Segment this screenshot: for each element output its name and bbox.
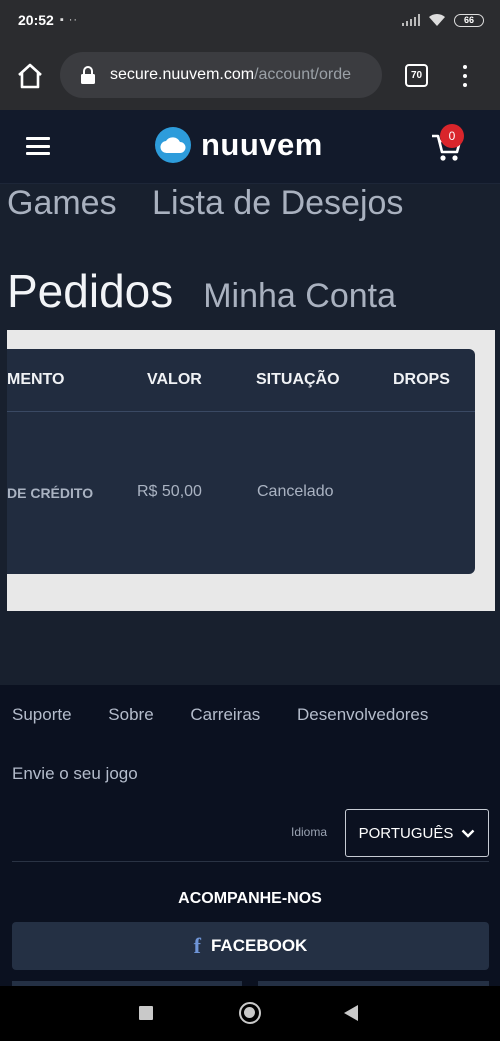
battery-icon: 66 <box>454 13 484 27</box>
site-header: nuuvem <box>0 110 500 184</box>
home-icon[interactable] <box>16 62 44 90</box>
orders-table: MENTO VALOR SITUAÇÃO DROPS DE CRÉDITO R$… <box>7 349 475 574</box>
brand-name: nuuvem <box>201 127 323 162</box>
notification-icons: ▪ ·· <box>59 14 79 26</box>
footer-link-careers[interactable]: Carreiras <box>190 705 260 724</box>
orders-table-container: MENTO VALOR SITUAÇÃO DROPS DE CRÉDITO R$… <box>7 330 495 611</box>
recents-icon[interactable] <box>139 1006 153 1020</box>
facebook-icon: f <box>193 933 201 958</box>
table-header: MENTO VALOR SITUAÇÃO DROPS <box>7 349 475 412</box>
facebook-label: FACEBOOK <box>210 936 308 955</box>
url-host: secure.nuuvem.com <box>110 66 255 83</box>
status-bar: 20:52 ▪ ·· 66 <box>0 0 500 40</box>
language-value: PORTUGUÊS <box>358 824 454 842</box>
status-time: 20:52 <box>18 12 54 28</box>
lock-icon <box>81 66 95 84</box>
system-nav-bar <box>0 986 500 1041</box>
footer-link-submit-game[interactable]: Envie o seu jogo <box>12 764 138 784</box>
site-footer: Suporte Sobre Carreiras Desenvolvedores … <box>0 685 500 991</box>
cart-count-badge: 0 <box>440 124 464 148</box>
url-path: /account/orde <box>254 66 352 83</box>
col-status: SITUAÇÃO <box>256 371 340 388</box>
col-drops: DROPS <box>393 371 450 388</box>
facebook-button[interactable]: f FACEBOOK <box>12 922 489 970</box>
col-value: VALOR <box>147 371 202 388</box>
language-select[interactable]: PORTUGUÊS <box>345 809 489 857</box>
footer-link-about[interactable]: Sobre <box>108 705 153 724</box>
cell-value: R$ 50,00 <box>137 483 202 500</box>
nav-wishlist[interactable]: Lista de Desejos <box>152 184 403 222</box>
nuuvem-logo[interactable]: nuuvem <box>155 127 323 163</box>
nav-orders[interactable]: Pedidos <box>7 264 173 318</box>
account-nav-top: Games Lista de Desejos <box>7 184 429 223</box>
account-nav-bottom: Pedidos Minha Conta <box>7 264 396 318</box>
nav-account[interactable]: Minha Conta <box>203 277 396 316</box>
menu-kebab-icon[interactable] <box>462 65 468 87</box>
follow-us-title: ACOMPANHE-NOS <box>178 890 322 907</box>
browser-toolbar: secure.nuuvem.com/account/orde 70 <box>0 40 500 110</box>
cell-payment: DE CRÉDITO <box>7 485 94 501</box>
footer-link-developers[interactable]: Desenvolvedores <box>297 705 428 724</box>
footer-link-support[interactable]: Suporte <box>12 705 72 724</box>
footer-links: Suporte Sobre Carreiras Desenvolvedores <box>12 705 460 725</box>
col-payment: MENTO <box>7 371 65 388</box>
hamburger-icon[interactable] <box>26 137 50 155</box>
footer-divider <box>12 861 489 862</box>
signal-icon <box>402 14 420 26</box>
chevron-down-icon <box>462 829 475 838</box>
language-label: Idioma <box>291 825 328 839</box>
cloud-logo-icon <box>155 127 191 163</box>
orders-page: Games Lista de Desejos Pedidos Minha Con… <box>0 184 500 685</box>
home-nav-icon[interactable] <box>239 1002 261 1024</box>
address-bar[interactable]: secure.nuuvem.com/account/orde <box>60 52 382 98</box>
nav-games[interactable]: Games <box>7 184 117 222</box>
wifi-icon <box>429 13 445 26</box>
tabs-icon[interactable]: 70 <box>405 64 428 87</box>
back-icon[interactable] <box>344 1005 358 1021</box>
cell-status: Cancelado <box>257 483 334 500</box>
status-right-icons: 66 <box>402 13 484 27</box>
url-text: secure.nuuvem.com/account/orde <box>110 66 351 84</box>
